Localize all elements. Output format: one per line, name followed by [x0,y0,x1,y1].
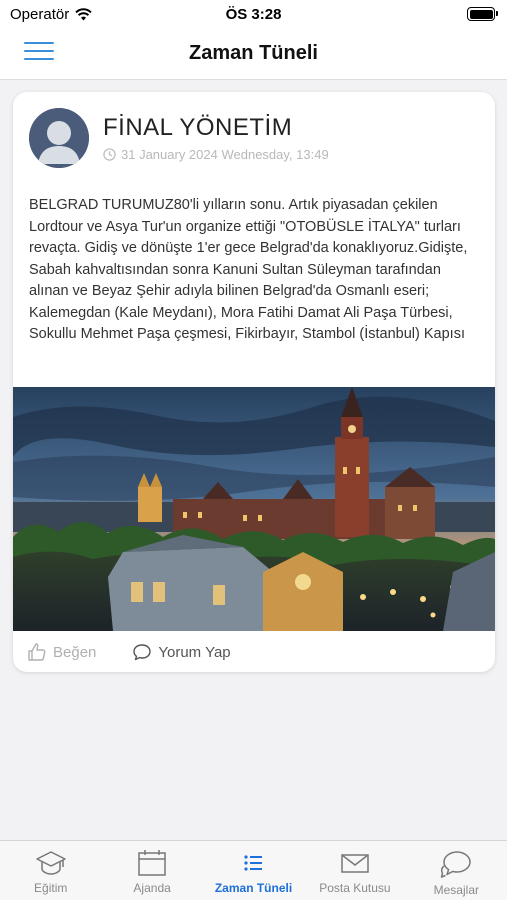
clock: ÖS 3:28 [225,6,282,23]
avatar[interactable] [29,108,89,168]
tab-posta-kutusu[interactable]: Posta Kutusu [304,841,405,900]
calendar-icon [138,850,166,876]
tab-ajanda[interactable]: Ajanda [101,841,202,900]
thumbs-up-icon [28,643,46,661]
user-silhouette-icon [29,108,89,168]
tab-egitim[interactable]: Eğitim [0,841,101,900]
tab-label: Mesajlar [433,883,479,897]
post-card: FİNAL YÖNETİM 31 January 2024 Wednesday,… [13,92,495,672]
page-title: Zaman Tüneli [189,42,318,64]
comment-label: Yorum Yap [158,643,231,661]
chat-bubbles-icon [441,851,472,878]
tab-label: Eğitim [34,881,68,895]
tab-zaman-tuneli[interactable]: Zaman Tüneli [203,841,304,900]
tab-label: Posta Kutusu [319,881,391,895]
comment-button[interactable]: Yorum Yap [132,643,231,661]
tab-label: Zaman Tüneli [214,881,293,895]
envelope-icon [341,854,369,873]
tab-bar: Eğitim Ajanda Zaman Tüneli Posta Kutusu [0,840,507,900]
list-icon [243,855,262,871]
tab-mesajlar[interactable]: Mesajlar [406,841,507,900]
navigation-bar: Zaman Tüneli [0,28,507,80]
post-image[interactable] [13,387,495,631]
comment-bubble-icon [133,644,152,661]
tab-label: Ajanda [133,881,171,895]
post-date-text: 31 January 2024 Wednesday, 13:49 [121,147,329,162]
graduation-cap-icon [35,851,66,875]
status-bar: Operatör ÖS 3:28 [0,0,507,28]
like-label: Beğen [53,643,97,661]
post-author[interactable]: FİNAL YÖNETİM [103,114,292,142]
clock-icon [103,148,116,161]
like-button[interactable]: Beğen [27,642,96,662]
post-actions: Beğen Yorum Yap [13,632,495,672]
post-body: BELGRAD TURUMUZ80'li yılların sonu. Artı… [29,197,468,342]
post-date: 31 January 2024 Wednesday, 13:49 [103,147,329,162]
battery-icon [467,7,498,21]
